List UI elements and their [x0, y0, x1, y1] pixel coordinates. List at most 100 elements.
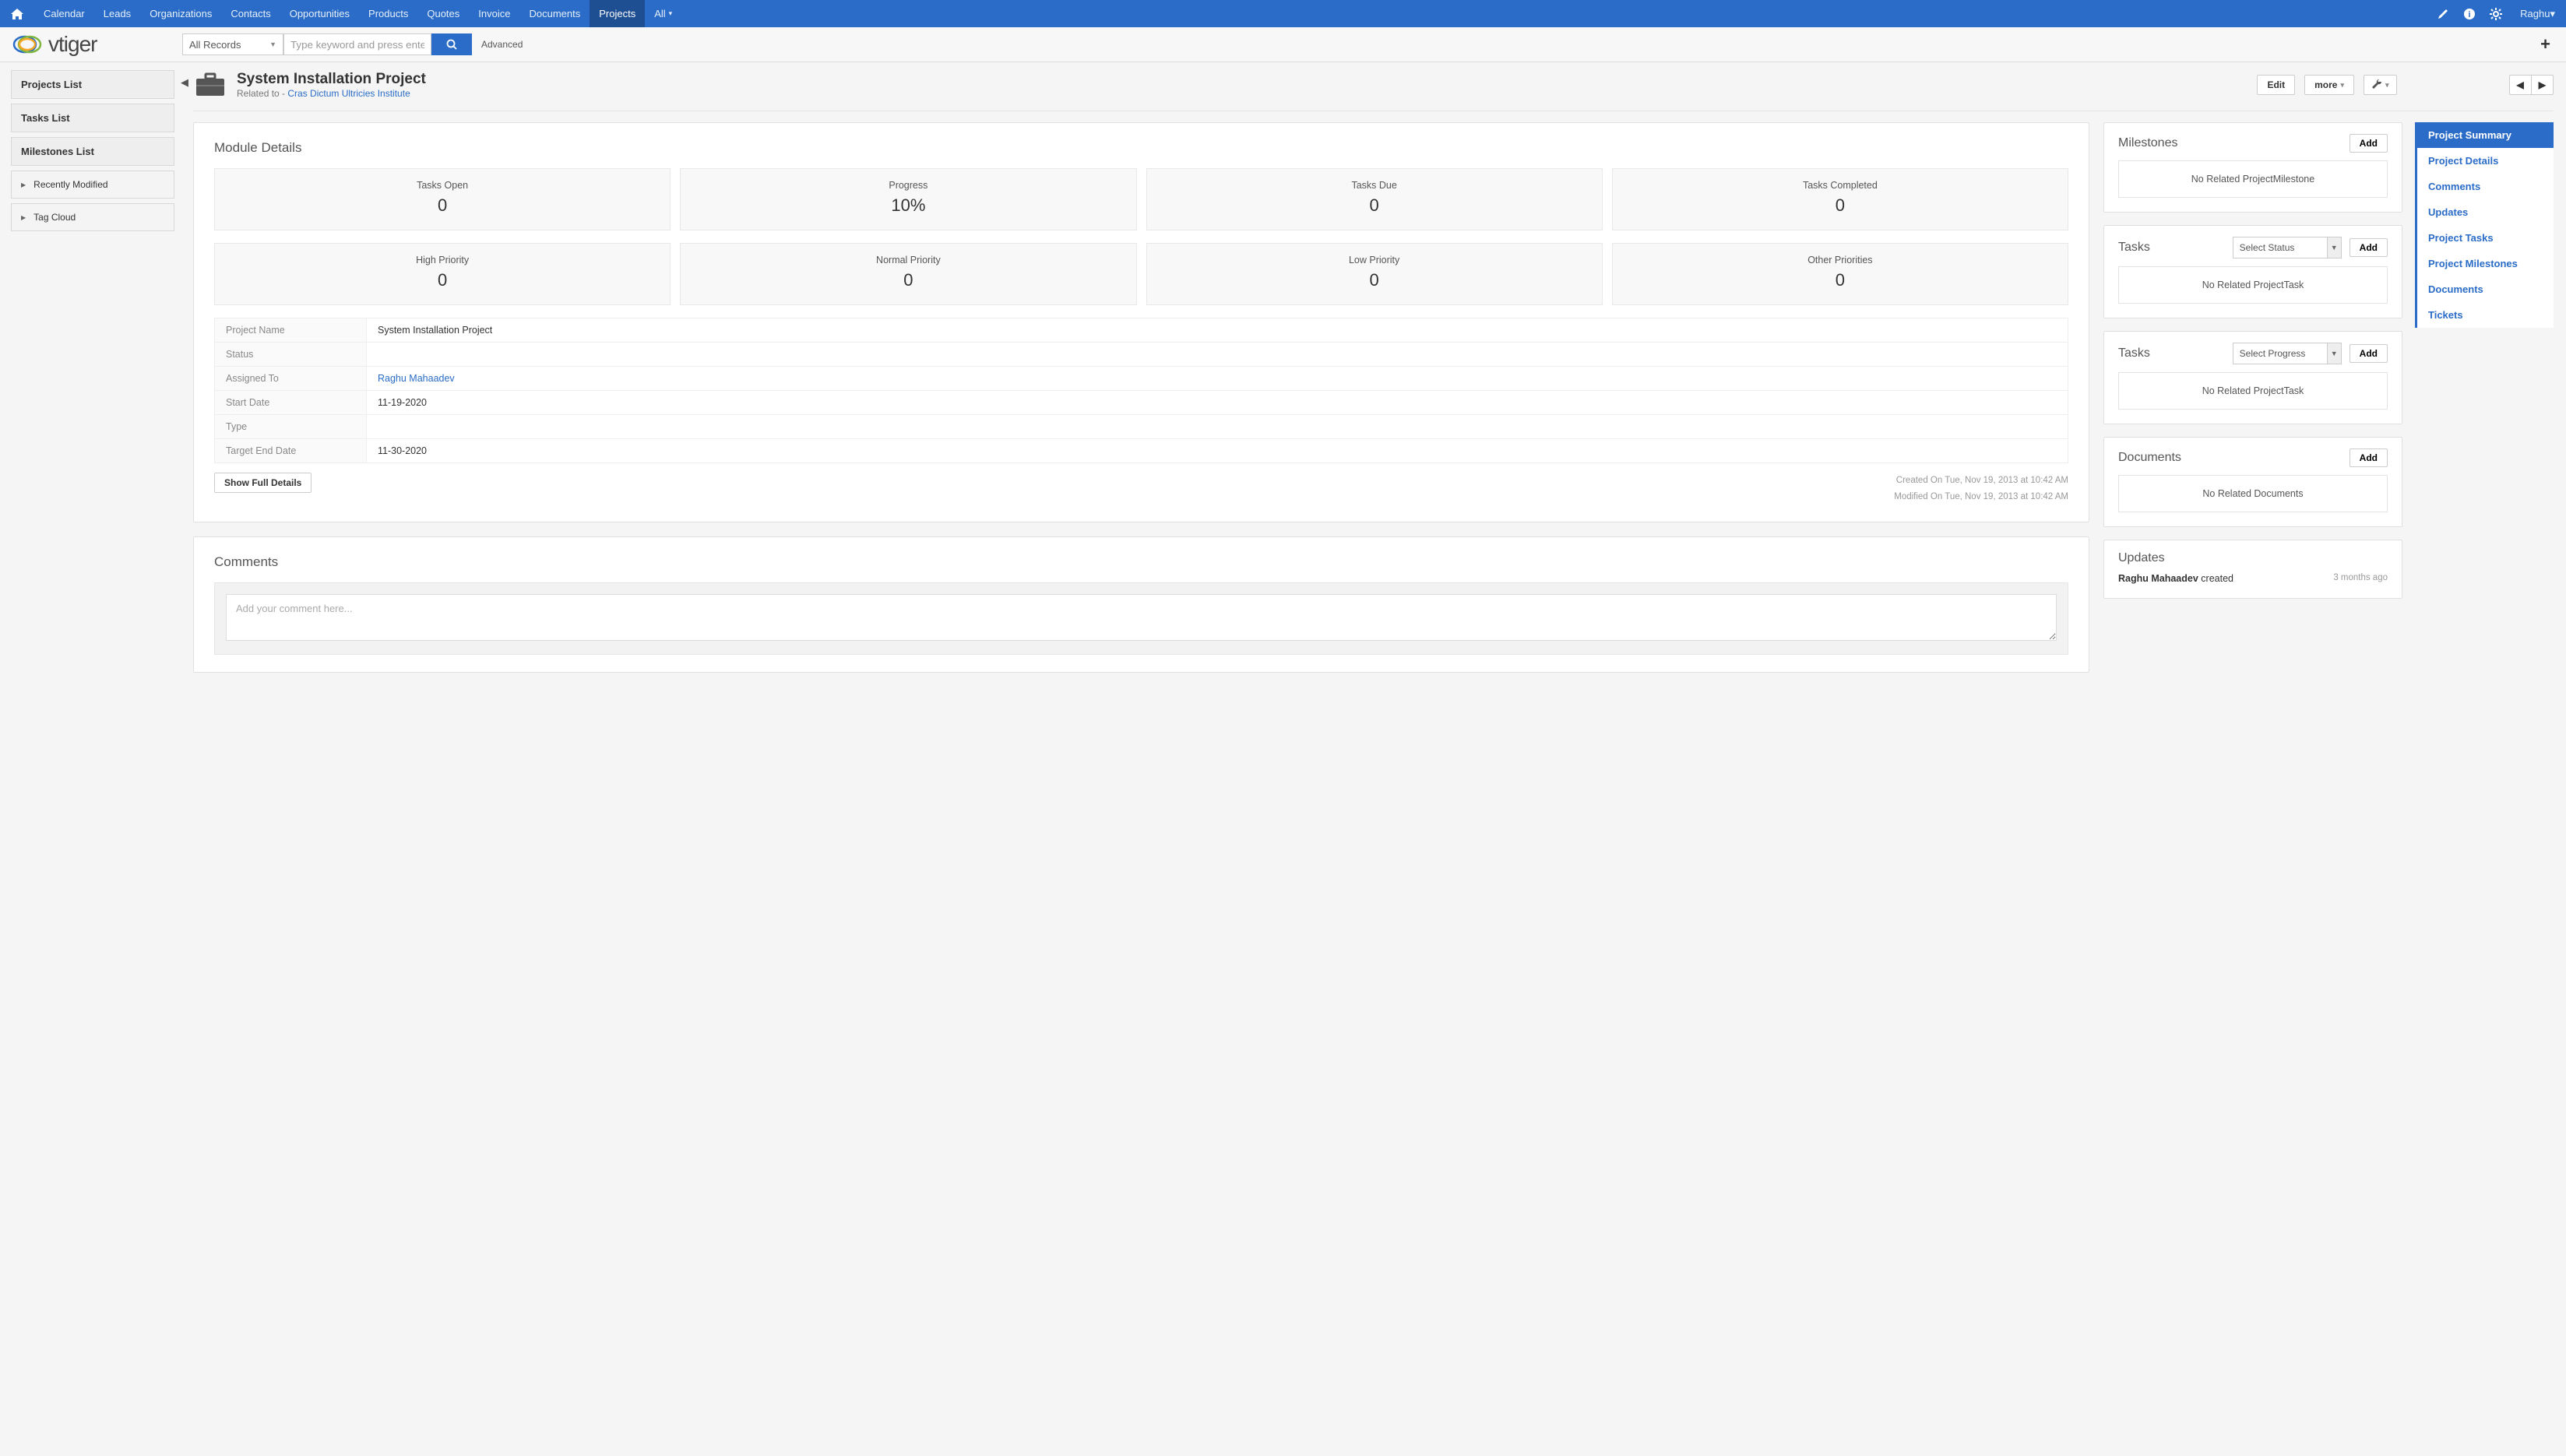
prev-record-button[interactable]: ◀	[2509, 75, 2532, 95]
assigned-to-link[interactable]: Raghu Mahaadev	[378, 373, 455, 384]
nav-documents[interactable]: Documents	[519, 0, 590, 27]
nav-organizations[interactable]: Organizations	[140, 0, 221, 27]
panel-title: Updates	[2118, 551, 2388, 565]
stat-high-priority: High Priority0	[214, 243, 671, 305]
panel-title: Comments	[214, 554, 2068, 570]
empty-message: No Related ProjectTask	[2118, 372, 2388, 410]
rightnav-project-summary[interactable]: Project Summary	[2417, 122, 2554, 148]
documents-panel: Documents Add No Related Documents	[2103, 437, 2402, 527]
chevron-down-icon: ▼	[269, 40, 276, 48]
info-icon[interactable]: i	[2456, 0, 2483, 27]
rightnav-project-milestones[interactable]: Project Milestones	[2417, 251, 2554, 276]
chevron-down-icon: ▾	[669, 9, 673, 18]
project-title: System Installation Project	[237, 71, 426, 88]
empty-message: No Related Documents	[2118, 475, 2388, 512]
home-icon[interactable]	[0, 0, 34, 27]
advanced-link[interactable]: Advanced	[481, 39, 523, 50]
add-task-button[interactable]: Add	[2350, 238, 2388, 257]
stat-other-priorities: Other Priorities0	[1612, 243, 2068, 305]
add-document-button[interactable]: Add	[2350, 448, 2388, 467]
sidebar-tasks-list[interactable]: Tasks List	[11, 104, 174, 132]
collapse-sidebar-icon[interactable]: ◀	[181, 62, 193, 702]
record-header: System Installation Project Related to -…	[193, 70, 2554, 111]
detail-key: Type	[215, 415, 367, 439]
nav-invoice[interactable]: Invoice	[469, 0, 519, 27]
more-button[interactable]: more▾	[2304, 75, 2354, 95]
tools-button[interactable]: ▾	[2364, 75, 2397, 95]
nav-projects[interactable]: Projects	[590, 0, 645, 27]
nav-leads[interactable]: Leads	[94, 0, 140, 27]
stat-normal-priority: Normal Priority0	[680, 243, 1136, 305]
status-select[interactable]: Select Status▼	[2233, 237, 2342, 258]
detail-val: 11-19-2020	[367, 391, 2068, 415]
chevron-down-icon: ▼	[2327, 343, 2341, 364]
rightnav-tickets[interactable]: Tickets	[2417, 302, 2554, 328]
stat-tasks-due: Tasks Due0	[1146, 168, 1603, 230]
comment-input[interactable]	[226, 594, 2057, 641]
detail-key: Assigned To	[215, 367, 367, 391]
search-input[interactable]	[283, 33, 431, 55]
add-icon[interactable]: +	[2536, 34, 2555, 55]
sidebar-projects-list[interactable]: Projects List	[11, 70, 174, 99]
rightnav-project-details[interactable]: Project Details	[2417, 148, 2554, 174]
panel-title: Tasks	[2118, 346, 2225, 360]
related-to: Related to - Cras Dictum Ultricies Insti…	[237, 88, 426, 99]
stat-low-priority: Low Priority0	[1146, 243, 1603, 305]
sidebar-milestones-list[interactable]: Milestones List	[11, 137, 174, 166]
add-milestone-button[interactable]: Add	[2350, 134, 2388, 153]
update-time: 3 months ago	[2333, 573, 2388, 584]
panel-title: Tasks	[2118, 241, 2225, 255]
add-task-button[interactable]: Add	[2350, 344, 2388, 363]
svg-text:i: i	[2469, 10, 2471, 19]
stat-tasks-completed: Tasks Completed0	[1612, 168, 2068, 230]
detail-key: Start Date	[215, 391, 367, 415]
detail-val	[367, 343, 2068, 367]
tasks-status-panel: Tasks Select Status▼ Add No Related Proj…	[2103, 225, 2402, 318]
nav-quotes[interactable]: Quotes	[417, 0, 469, 27]
detail-val	[367, 415, 2068, 439]
chevron-down-icon: ▾	[2340, 81, 2344, 90]
related-to-link[interactable]: Cras Dictum Ultricies Institute	[287, 88, 410, 99]
rightnav-documents[interactable]: Documents	[2417, 276, 2554, 302]
comments-panel: Comments	[193, 536, 2089, 673]
detail-val: System Installation Project	[367, 318, 2068, 343]
created-timestamp: Created On Tue, Nov 19, 2013 at 10:42 AM	[214, 473, 2068, 489]
detail-val: Raghu Mahaadev	[367, 367, 2068, 391]
nav-all[interactable]: All▾	[645, 0, 681, 27]
nav-products[interactable]: Products	[359, 0, 417, 27]
edit-button[interactable]: Edit	[2257, 75, 2295, 95]
detail-key: Status	[215, 343, 367, 367]
rightnav-updates[interactable]: Updates	[2417, 199, 2554, 225]
rightnav-project-tasks[interactable]: Project Tasks	[2417, 225, 2554, 251]
panel-title: Milestones	[2118, 136, 2342, 150]
gear-icon[interactable]	[2483, 0, 2509, 27]
detail-val: 11-30-2020	[367, 439, 2068, 463]
nav-contacts[interactable]: Contacts	[221, 0, 280, 27]
chevron-down-icon: ▼	[2327, 237, 2341, 258]
chevron-down-icon: ▾	[2550, 8, 2555, 20]
panel-title: Documents	[2118, 451, 2342, 465]
search-button[interactable]	[431, 33, 472, 55]
pencil-icon[interactable]	[2430, 0, 2456, 27]
rightnav-comments[interactable]: Comments	[2417, 174, 2554, 199]
nav-calendar[interactable]: Calendar	[34, 0, 94, 27]
logo: vtiger	[11, 32, 182, 57]
stat-progress: Progress10%	[680, 168, 1136, 230]
search-bar: vtiger All Records▼ Advanced +	[0, 27, 2566, 62]
nav-opportunities[interactable]: Opportunities	[280, 0, 359, 27]
progress-select[interactable]: Select Progress▼	[2233, 343, 2342, 364]
milestones-panel: Milestones Add No Related ProjectMilesto…	[2103, 122, 2402, 213]
top-nav: CalendarLeadsOrganizationsContactsOpport…	[0, 0, 2566, 27]
left-sidebar: Projects List Tasks List Milestones List ▶R…	[0, 62, 181, 702]
user-menu[interactable]: Raghu ▾	[2509, 0, 2566, 27]
expand-icon: ▶	[21, 214, 26, 221]
chevron-down-icon: ▾	[2385, 81, 2389, 90]
show-full-details-button[interactable]: Show Full Details	[214, 473, 312, 493]
update-text: Raghu Mahaadev created	[2118, 573, 2233, 584]
next-record-button[interactable]: ▶	[2532, 75, 2554, 95]
right-nav: Project SummaryProject DetailsCommentsUp…	[2415, 122, 2554, 328]
stat-tasks-open: Tasks Open0	[214, 168, 671, 230]
sidebar-recently-modified[interactable]: ▶Recently Modified	[11, 171, 174, 199]
records-select[interactable]: All Records▼	[182, 33, 283, 55]
sidebar-tag-cloud[interactable]: ▶Tag Cloud	[11, 203, 174, 231]
